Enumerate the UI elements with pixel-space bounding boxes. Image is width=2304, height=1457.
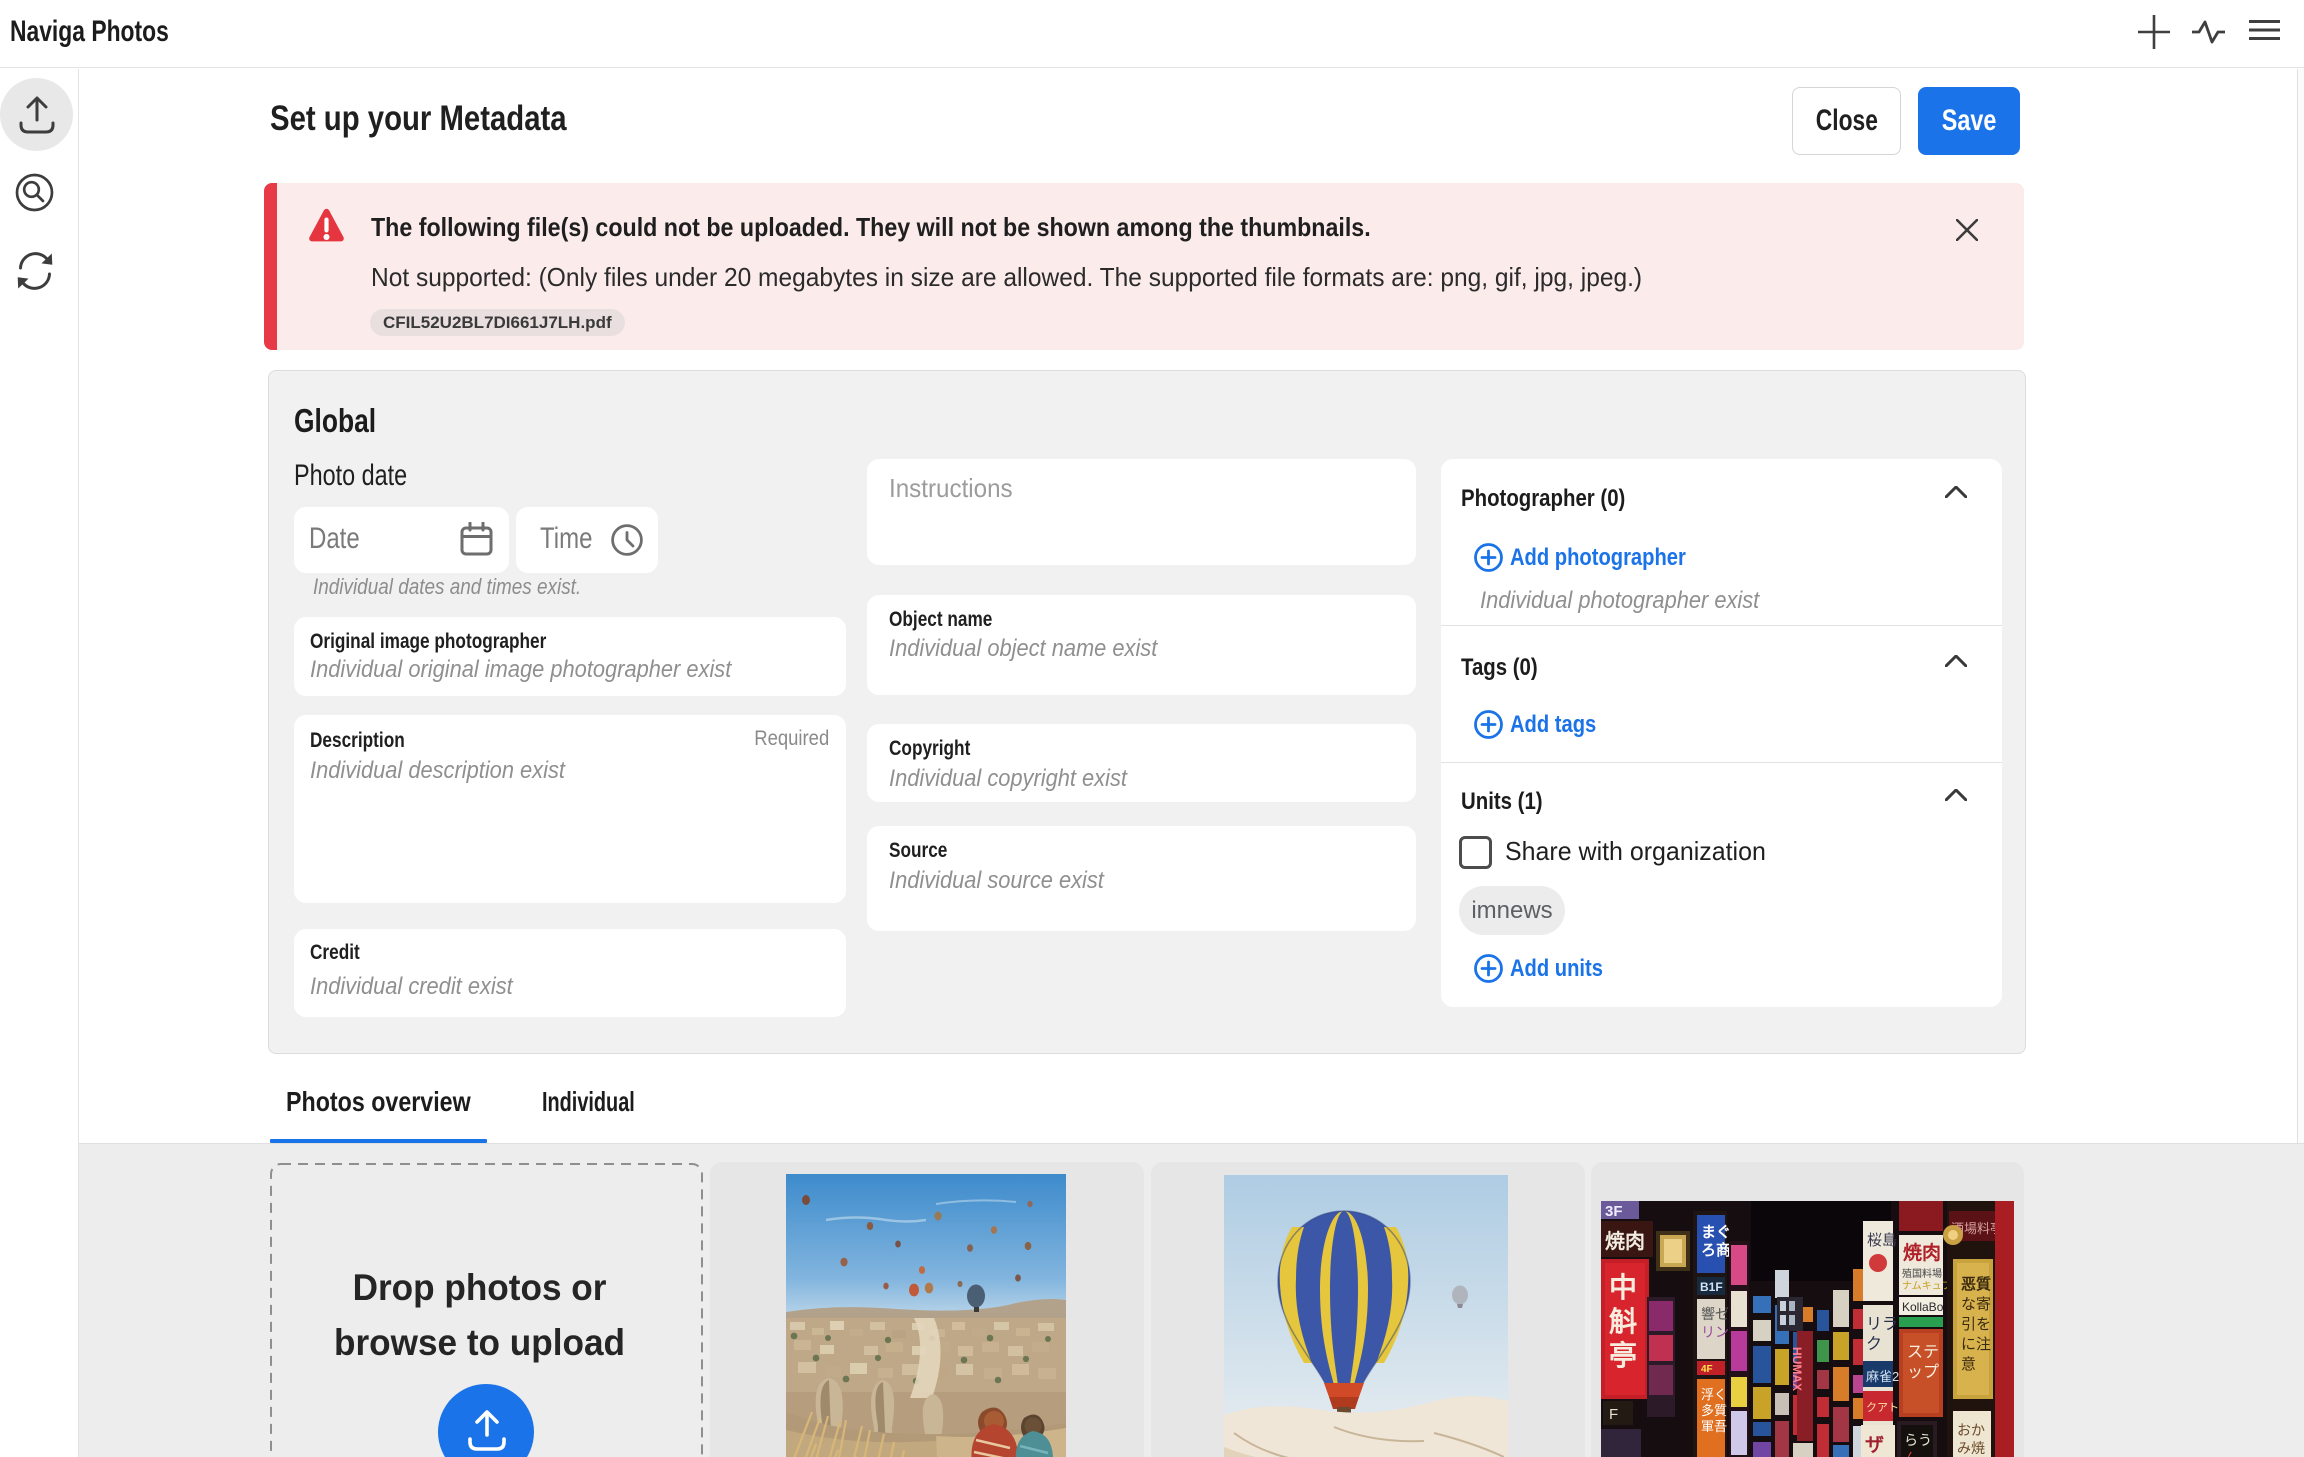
svg-text:中: 中 xyxy=(1609,1272,1637,1303)
svg-text:多質: 多質 xyxy=(1701,1403,1727,1418)
svg-text:ク: ク xyxy=(1866,1335,1882,1353)
svg-text:KollaBo: KollaBo xyxy=(1902,1300,1944,1314)
svg-text:浮く: 浮く xyxy=(1701,1387,1727,1402)
svg-text:リン: リン xyxy=(1701,1324,1729,1340)
svg-text:4F: 4F xyxy=(1701,1364,1713,1375)
svg-text:に注: に注 xyxy=(1961,1336,1991,1353)
svg-text:ステ: ステ xyxy=(1907,1344,1939,1361)
svg-text:軍吾: 軍吾 xyxy=(1701,1419,1727,1434)
svg-text:み焼: み焼 xyxy=(1957,1440,1985,1456)
svg-text:恶質: 恶質 xyxy=(1961,1275,1991,1293)
svg-text:B1F: B1F xyxy=(1700,1280,1723,1294)
svg-text:HUMAX: HUMAX xyxy=(1790,1347,1804,1391)
svg-text:らう: らう xyxy=(1904,1432,1932,1448)
svg-text:まぐ: まぐ xyxy=(1701,1224,1731,1241)
svg-text:焼肉: 焼肉 xyxy=(1605,1230,1645,1253)
svg-text:ろ商: ろ商 xyxy=(1701,1241,1731,1259)
svg-text:ん: ん xyxy=(1904,1450,1918,1457)
svg-text:3F: 3F xyxy=(1605,1203,1623,1220)
svg-text:引を: 引を xyxy=(1961,1316,1991,1333)
svg-text:殖国料場: 殖国料場 xyxy=(1902,1267,1942,1280)
svg-text:な寄: な寄 xyxy=(1961,1295,1991,1313)
svg-text:リラ: リラ xyxy=(1866,1316,1898,1333)
svg-text:斛: 斛 xyxy=(1609,1306,1637,1337)
svg-text:亭: 亭 xyxy=(1609,1339,1637,1371)
svg-text:おか: おか xyxy=(1957,1422,1985,1438)
svg-text:響ゼ: 響ゼ xyxy=(1701,1306,1729,1322)
svg-text:意: 意 xyxy=(1961,1355,1976,1373)
svg-text:ップ: ップ xyxy=(1907,1363,1939,1381)
svg-text:焼肉: 焼肉 xyxy=(1903,1241,1941,1264)
svg-text:桜島: 桜島 xyxy=(1867,1232,1897,1249)
svg-text:F: F xyxy=(1609,1406,1618,1423)
svg-text:ザ: ザ xyxy=(1865,1434,1884,1456)
